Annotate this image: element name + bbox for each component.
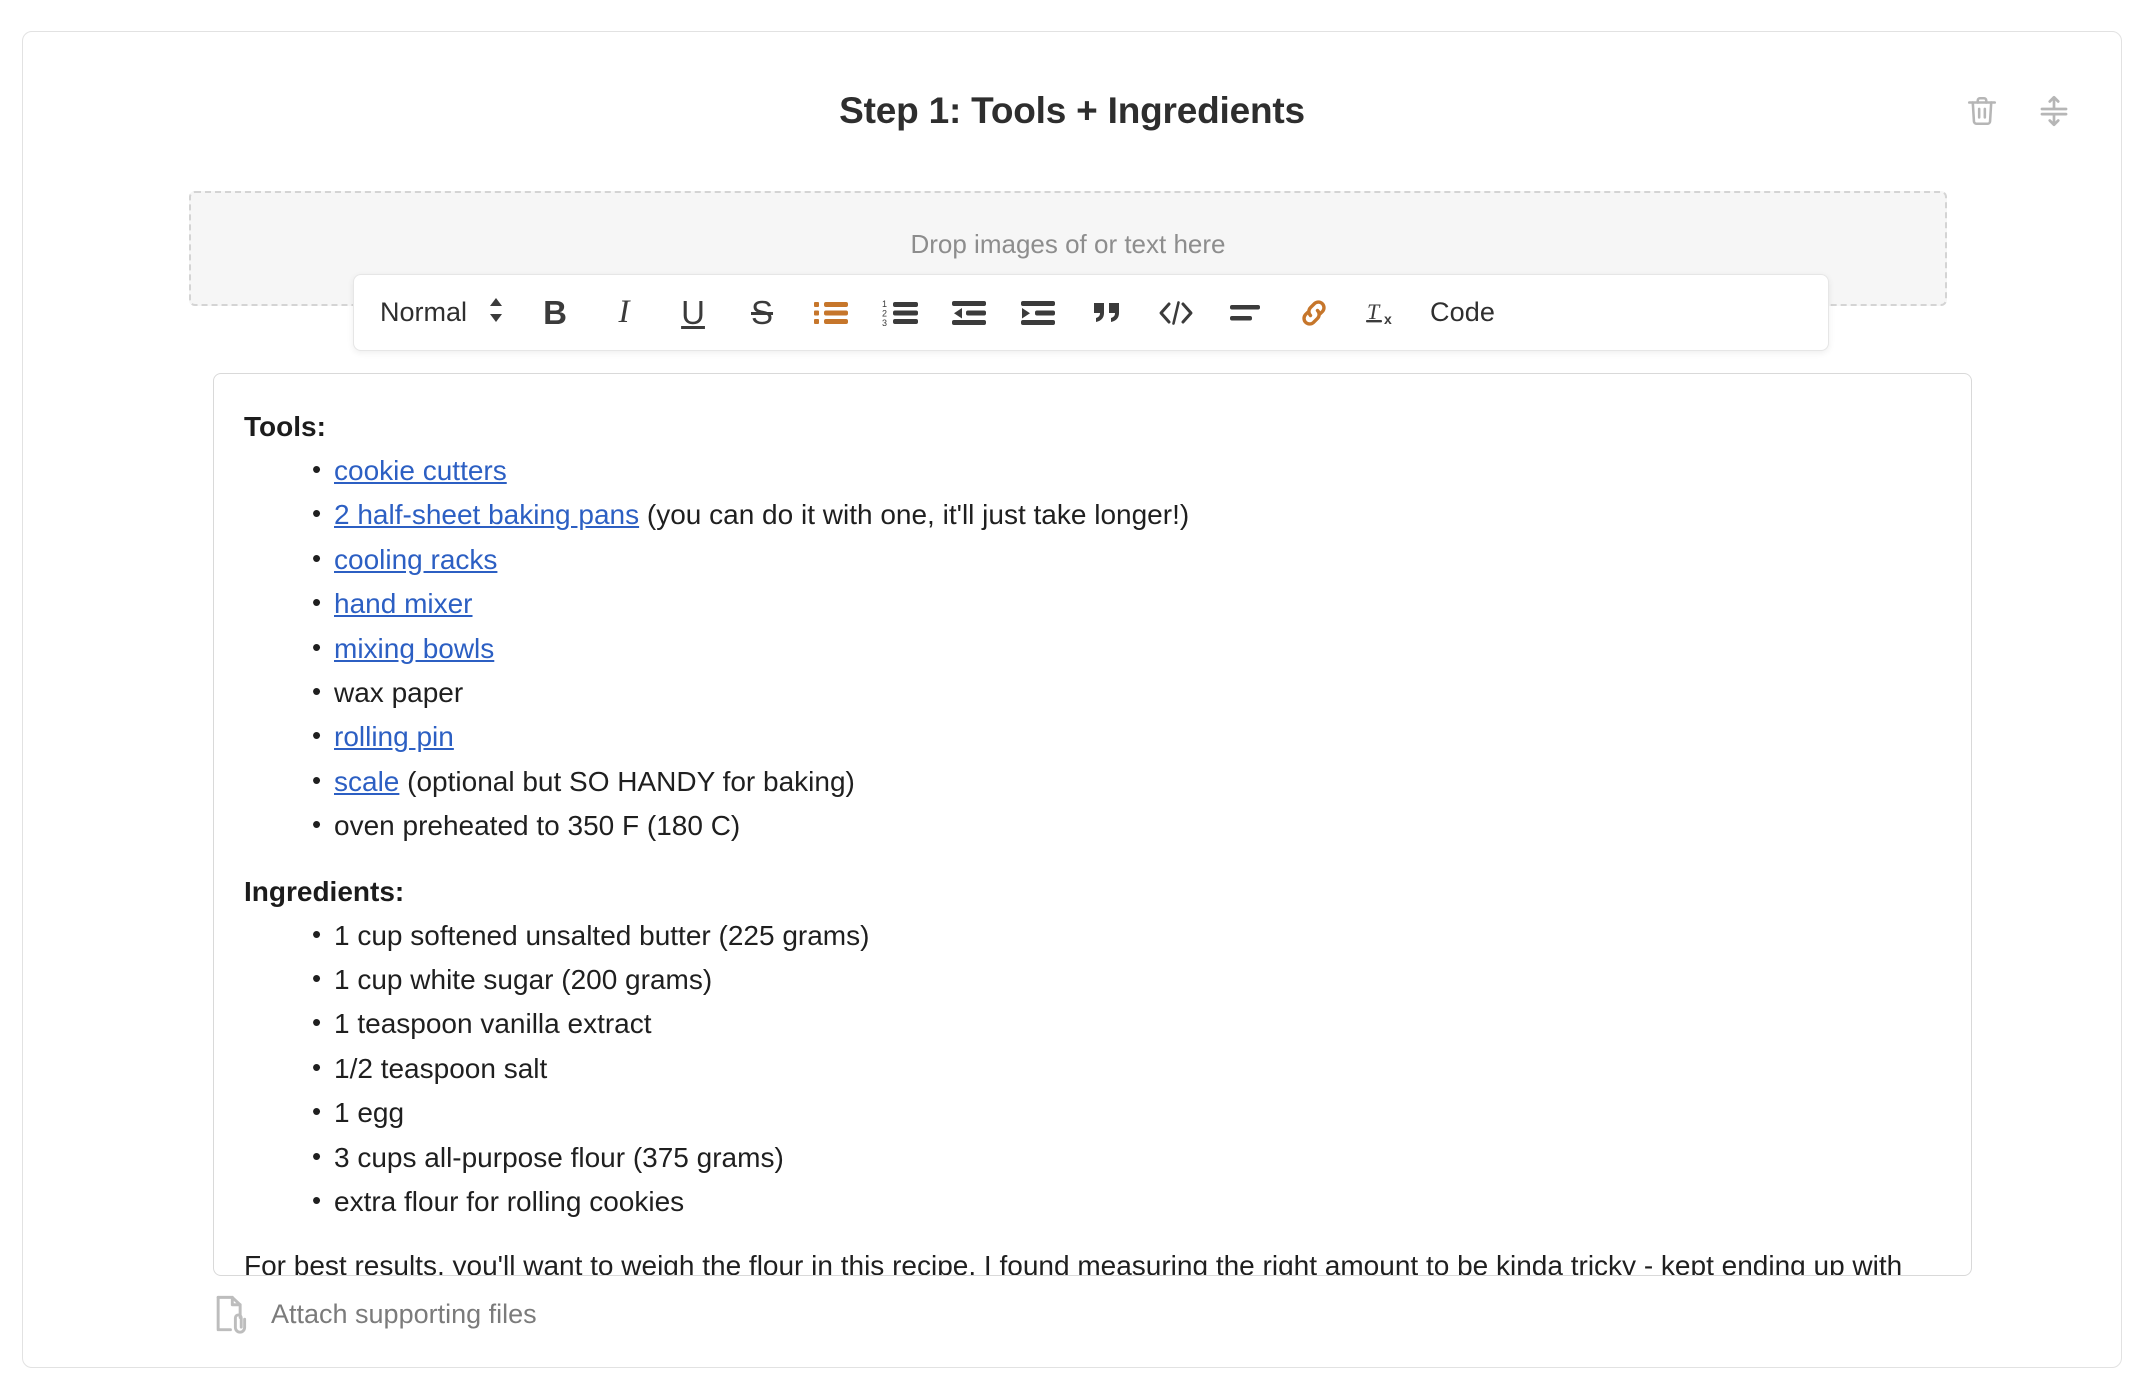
editor-content-box[interactable]: Tools: cookie cutters 2 half-sheet bakin… xyxy=(213,373,1972,1276)
editor-note-paragraph: For best results, you'll want to weigh t… xyxy=(244,1250,1903,1276)
chevron-updown-icon xyxy=(487,295,505,330)
tool-link[interactable]: cooling racks xyxy=(334,544,497,575)
attach-label: Attach supporting files xyxy=(271,1298,537,1329)
block-style-label: Normal xyxy=(380,297,468,327)
clear-formatting-button[interactable]: T x xyxy=(1355,285,1411,341)
list-item: 1/2 teaspoon salt xyxy=(312,1051,1941,1087)
tools-list: cookie cutters 2 half-sheet baking pans … xyxy=(244,453,1941,845)
tool-link[interactable]: mixing bowls xyxy=(334,633,494,664)
list-item: scale (optional but SO HANDY for baking) xyxy=(312,764,1941,800)
list-item: hand mixer xyxy=(312,586,1941,622)
list-item: wax paper xyxy=(312,675,1941,711)
code-button[interactable]: Code xyxy=(1424,285,1501,341)
tool-link[interactable]: cookie cutters xyxy=(334,455,507,486)
strikethrough-button[interactable]: S xyxy=(734,285,790,341)
code-block-button[interactable] xyxy=(1148,285,1204,341)
blockquote-button[interactable] xyxy=(1079,285,1135,341)
step-header: Step 1: Tools + Ingredients xyxy=(23,32,2121,142)
underline-button[interactable]: U xyxy=(665,285,721,341)
tool-link[interactable]: rolling pin xyxy=(334,721,454,752)
tools-heading: Tools: xyxy=(244,411,326,442)
link-button[interactable] xyxy=(1286,285,1342,341)
svg-text:3: 3 xyxy=(882,318,887,327)
bullet-list-button[interactable] xyxy=(803,285,859,341)
tool-rest: wax paper xyxy=(334,676,464,708)
list-item: 2 half-sheet baking pans (you can do it … xyxy=(312,497,1941,533)
list-item: cooling racks xyxy=(312,542,1941,578)
move-vertical-icon[interactable] xyxy=(2037,94,2071,128)
bold-button[interactable]: B xyxy=(527,285,583,341)
dropzone-placeholder: Drop images of or text here xyxy=(910,229,1226,259)
svg-text:x: x xyxy=(1384,311,1392,327)
list-item: 3 cups all-purpose flour (375 grams) xyxy=(312,1140,1941,1176)
list-item: mixing bowls xyxy=(312,631,1941,667)
editor-toolbar: Normal B I U S 1 2 3 T x Code xyxy=(353,274,1829,351)
indent-button[interactable] xyxy=(1010,285,1066,341)
list-item: 1 cup white sugar (200 grams) xyxy=(312,962,1941,998)
list-item: extra flour for rolling cookies xyxy=(312,1184,1941,1220)
step-card: Step 1: Tools + Ingredients Drop images … xyxy=(22,31,2122,1368)
editor-rich-text[interactable]: Tools: cookie cutters 2 half-sheet bakin… xyxy=(214,374,1971,1276)
attach-supporting-files-button[interactable]: Attach supporting files xyxy=(213,1294,537,1334)
list-item: 1 egg xyxy=(312,1095,1941,1131)
file-attach-icon xyxy=(213,1294,251,1334)
tool-rest: oven preheated to 350 F (180 C) xyxy=(334,810,741,842)
list-item: 1 teaspoon vanilla extract xyxy=(312,1006,1941,1042)
tool-rest: (you can do it with one, it'll just take… xyxy=(639,499,1190,531)
ingredients-list: 1 cup softened unsalted butter (225 gram… xyxy=(244,918,1941,1221)
svg-text:2: 2 xyxy=(882,308,887,318)
tool-rest: (optional but SO HANDY for baking) xyxy=(399,765,855,797)
list-item: rolling pin xyxy=(312,719,1941,755)
list-item: 1 cup softened unsalted butter (225 gram… xyxy=(312,918,1941,954)
align-button[interactable] xyxy=(1217,285,1273,341)
list-item: oven preheated to 350 F (180 C) xyxy=(312,808,1941,844)
ingredients-heading: Ingredients: xyxy=(244,875,405,907)
list-item: cookie cutters xyxy=(312,453,1941,489)
page-title: Step 1: Tools + Ingredients xyxy=(839,90,1305,131)
trash-icon[interactable] xyxy=(1965,94,1999,128)
tool-link[interactable]: 2 half-sheet baking pans xyxy=(334,499,639,530)
numbered-list-button[interactable]: 1 2 3 xyxy=(872,285,928,341)
tool-link[interactable]: hand mixer xyxy=(334,588,473,619)
header-actions xyxy=(1965,94,2071,128)
italic-button[interactable]: I xyxy=(596,285,652,341)
svg-text:1: 1 xyxy=(882,299,887,309)
tool-link[interactable]: scale xyxy=(334,766,399,797)
block-style-dropdown[interactable]: Normal xyxy=(380,295,527,330)
outdent-button[interactable] xyxy=(941,285,997,341)
